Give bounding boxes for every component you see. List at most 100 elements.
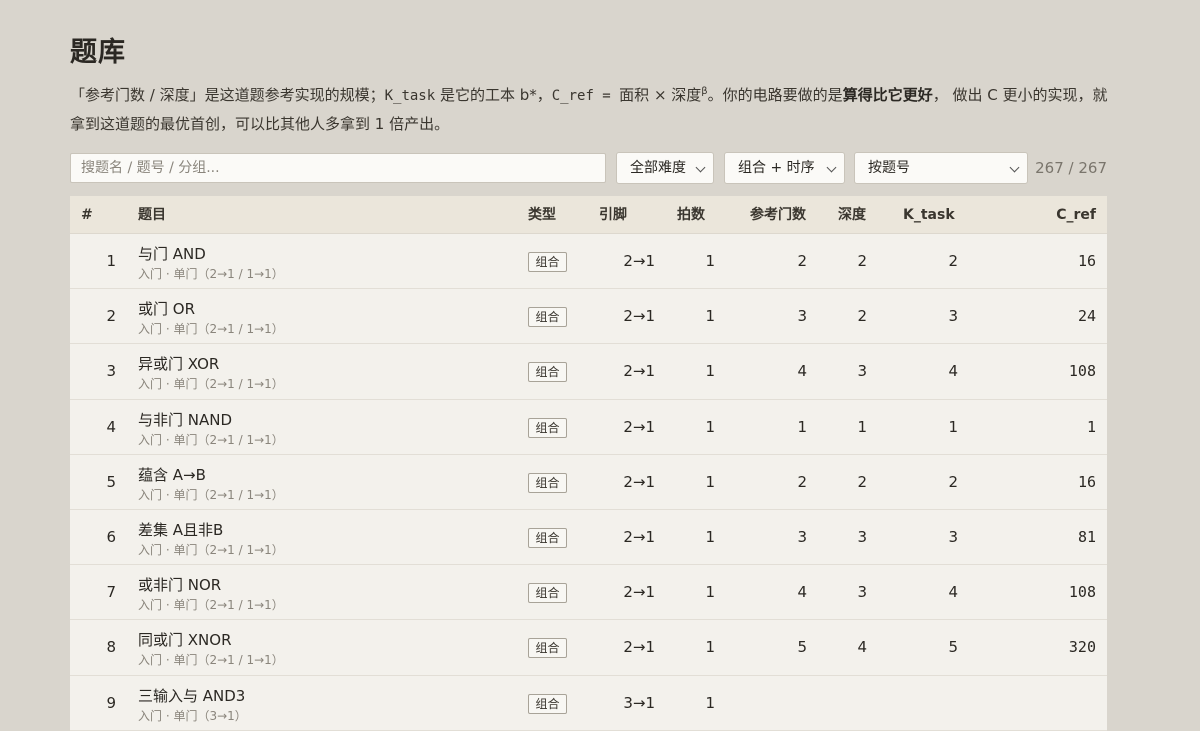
col-cref[interactable]: C_ref [1056, 196, 1096, 234]
difficulty-select[interactable]: 全部难度 [616, 152, 714, 184]
table-row[interactable]: 6 差集 A且非B 入门 · 单门（2→1 / 1→1） 组合 2→1 1 3 3 3 81 [70, 510, 1107, 566]
problem-category: 入门 · 单门（2→1 / 1→1） [138, 542, 284, 557]
type-badge: 组合 [528, 362, 567, 383]
search-input[interactable] [70, 153, 606, 183]
cell-ktask: 4 [948, 583, 958, 602]
table-row[interactable]: 8 同或门 XNOR 入门 · 单门（2→1 / 1→1） 组合 2→1 1 5 4 5 320 [70, 620, 1107, 676]
cell-cref: 320 [1068, 638, 1096, 657]
problem-name[interactable]: 与非门 NAND [138, 409, 232, 430]
problem-category: 入门 · 单门（2→1 / 1→1） [138, 653, 284, 668]
kind-select[interactable]: 组合 + 时序 [724, 152, 845, 184]
cell-ktask: 2 [948, 252, 958, 270]
problem-category: 入门 · 单门（2→1 / 1→1） [138, 377, 284, 392]
filter-bar: 全部难度 组合 + 时序 按题号 267 / 267 [70, 152, 1107, 184]
cell-ktask: 4 [948, 362, 958, 381]
problem-name[interactable]: 三输入与 AND3 [138, 685, 245, 706]
cell-pins: 2→1 [623, 527, 655, 546]
table-body: 1 与门 AND 入门 · 单门（2→1 / 1→1） 组合 2→1 1 2 2 2 16 2 或门 … [70, 234, 1107, 731]
problem-name[interactable]: 同或门 XNOR [138, 629, 232, 650]
cell-gates: 4 [797, 362, 807, 381]
col-pins[interactable]: 引脚 [599, 196, 627, 234]
cell-depth: 4 [857, 638, 867, 657]
problem-name[interactable]: 或非门 NOR [138, 574, 221, 595]
cell-pins: 2→1 [623, 362, 655, 381]
cell-pins: 2→1 [623, 417, 655, 436]
col-name[interactable]: 题目 [138, 196, 166, 234]
problem-name[interactable]: 差集 A且非B [138, 519, 223, 540]
col-num[interactable]: # [81, 196, 93, 234]
cell-pins: 2→1 [623, 638, 655, 657]
row-number: 8 [106, 638, 116, 657]
cell-pins: 2→1 [623, 583, 655, 602]
cell-pins: 2→1 [623, 472, 655, 491]
col-ktask[interactable]: K_task [903, 196, 955, 234]
col-gates[interactable]: 参考门数 [750, 196, 806, 234]
row-number: 2 [106, 307, 116, 326]
type-badge: 组合 [528, 583, 567, 604]
cell-depth: 1 [857, 417, 867, 436]
cell-beats: 1 [705, 638, 715, 657]
col-beats[interactable]: 拍数 [677, 196, 705, 234]
row-number: 3 [106, 362, 116, 381]
problem-category: 入门 · 单门（2→1 / 1→1） [138, 598, 284, 613]
intro-text: 「参考门数 / 深度」是这道题参考实现的规模；K_task 是它的工本 b*，C… [70, 86, 1108, 133]
cell-beats: 1 [705, 583, 715, 602]
row-number: 6 [106, 527, 116, 546]
cell-ktask: 3 [948, 307, 958, 326]
problem-category: 入门 · 单门（2→1 / 1→1） [138, 267, 284, 281]
cell-beats: 1 [705, 693, 715, 712]
problem-name[interactable]: 与门 AND [138, 243, 206, 264]
cell-gates: 2 [797, 252, 807, 270]
cell-beats: 1 [705, 362, 715, 381]
cell-gates: 3 [797, 307, 807, 326]
type-badge: 组合 [528, 417, 567, 438]
cell-cref: 16 [1077, 252, 1096, 270]
problem-table: # 题目 类型 引脚 拍数 参考门数 深度 K_task C_ref 1 与门 A… [70, 196, 1107, 731]
table-row[interactable]: 3 异或门 XOR 入门 · 单门（2→1 / 1→1） 组合 2→1 1 4 3 4 108 [70, 344, 1107, 400]
cell-cref: 16 [1077, 472, 1096, 491]
chevron-down-icon [1009, 162, 1020, 173]
table-row[interactable]: 9 三输入与 AND3 入门 · 单门（3→1） 组合 3→1 1 [70, 676, 1107, 731]
cell-ktask: 2 [948, 472, 958, 491]
problem-category: 入门 · 单门（3→1） [138, 708, 247, 723]
cell-beats: 1 [705, 417, 715, 436]
cell-pins: 2→1 [623, 252, 655, 270]
table-row[interactable]: 1 与门 AND 入门 · 单门（2→1 / 1→1） 组合 2→1 1 2 2 2 16 [70, 234, 1107, 290]
cell-gates: 3 [797, 527, 807, 546]
cell-cref: 108 [1068, 583, 1096, 602]
problem-category: 入门 · 单门（2→1 / 1→1） [138, 432, 284, 447]
col-type[interactable]: 类型 [528, 196, 556, 234]
table-row[interactable]: 7 或非门 NOR 入门 · 单门（2→1 / 1→1） 组合 2→1 1 4 3 4 108 [70, 565, 1107, 621]
cell-gates: 1 [797, 417, 807, 436]
cell-depth: 3 [857, 583, 867, 602]
problem-category: 入门 · 单门（2→1 / 1→1） [138, 487, 284, 502]
cell-ktask: 1 [948, 417, 958, 436]
problem-name[interactable]: 异或门 XOR [138, 353, 219, 374]
cell-cref: 108 [1068, 362, 1096, 381]
cell-depth: 3 [857, 527, 867, 546]
cell-gates: 2 [797, 472, 807, 491]
cell-depth: 3 [857, 362, 867, 381]
type-badge: 组合 [528, 527, 567, 548]
row-number: 9 [106, 693, 116, 712]
cell-beats: 1 [705, 527, 715, 546]
problem-name[interactable]: 或门 OR [138, 298, 195, 319]
type-badge: 组合 [528, 472, 567, 493]
sort-select[interactable]: 按题号 [854, 152, 1028, 184]
cell-beats: 1 [705, 307, 715, 326]
table-row[interactable]: 5 蕴含 A→B 入门 · 单门（2→1 / 1→1） 组合 2→1 1 2 2 2 16 [70, 455, 1107, 510]
cell-ktask: 3 [948, 527, 958, 546]
row-number: 7 [106, 583, 116, 602]
type-badge: 组合 [528, 638, 567, 659]
table-row[interactable]: 4 与非门 NAND 入门 · 单门（2→1 / 1→1） 组合 2→1 1 1 1 1 1 [70, 400, 1107, 455]
cell-pins: 3→1 [623, 693, 655, 712]
result-count: 267 / 267 [1035, 159, 1107, 177]
cell-depth: 2 [857, 472, 867, 491]
table-row[interactable]: 2 或门 OR 入门 · 单门（2→1 / 1→1） 组合 2→1 1 3 2 3 24 [70, 289, 1107, 345]
cell-cref: 1 [1086, 417, 1096, 436]
cell-gates: 4 [797, 583, 807, 602]
problem-name[interactable]: 蕴含 A→B [138, 464, 206, 485]
col-depth[interactable]: 深度 [838, 196, 866, 234]
type-badge: 组合 [528, 693, 567, 714]
row-number: 5 [106, 472, 116, 491]
